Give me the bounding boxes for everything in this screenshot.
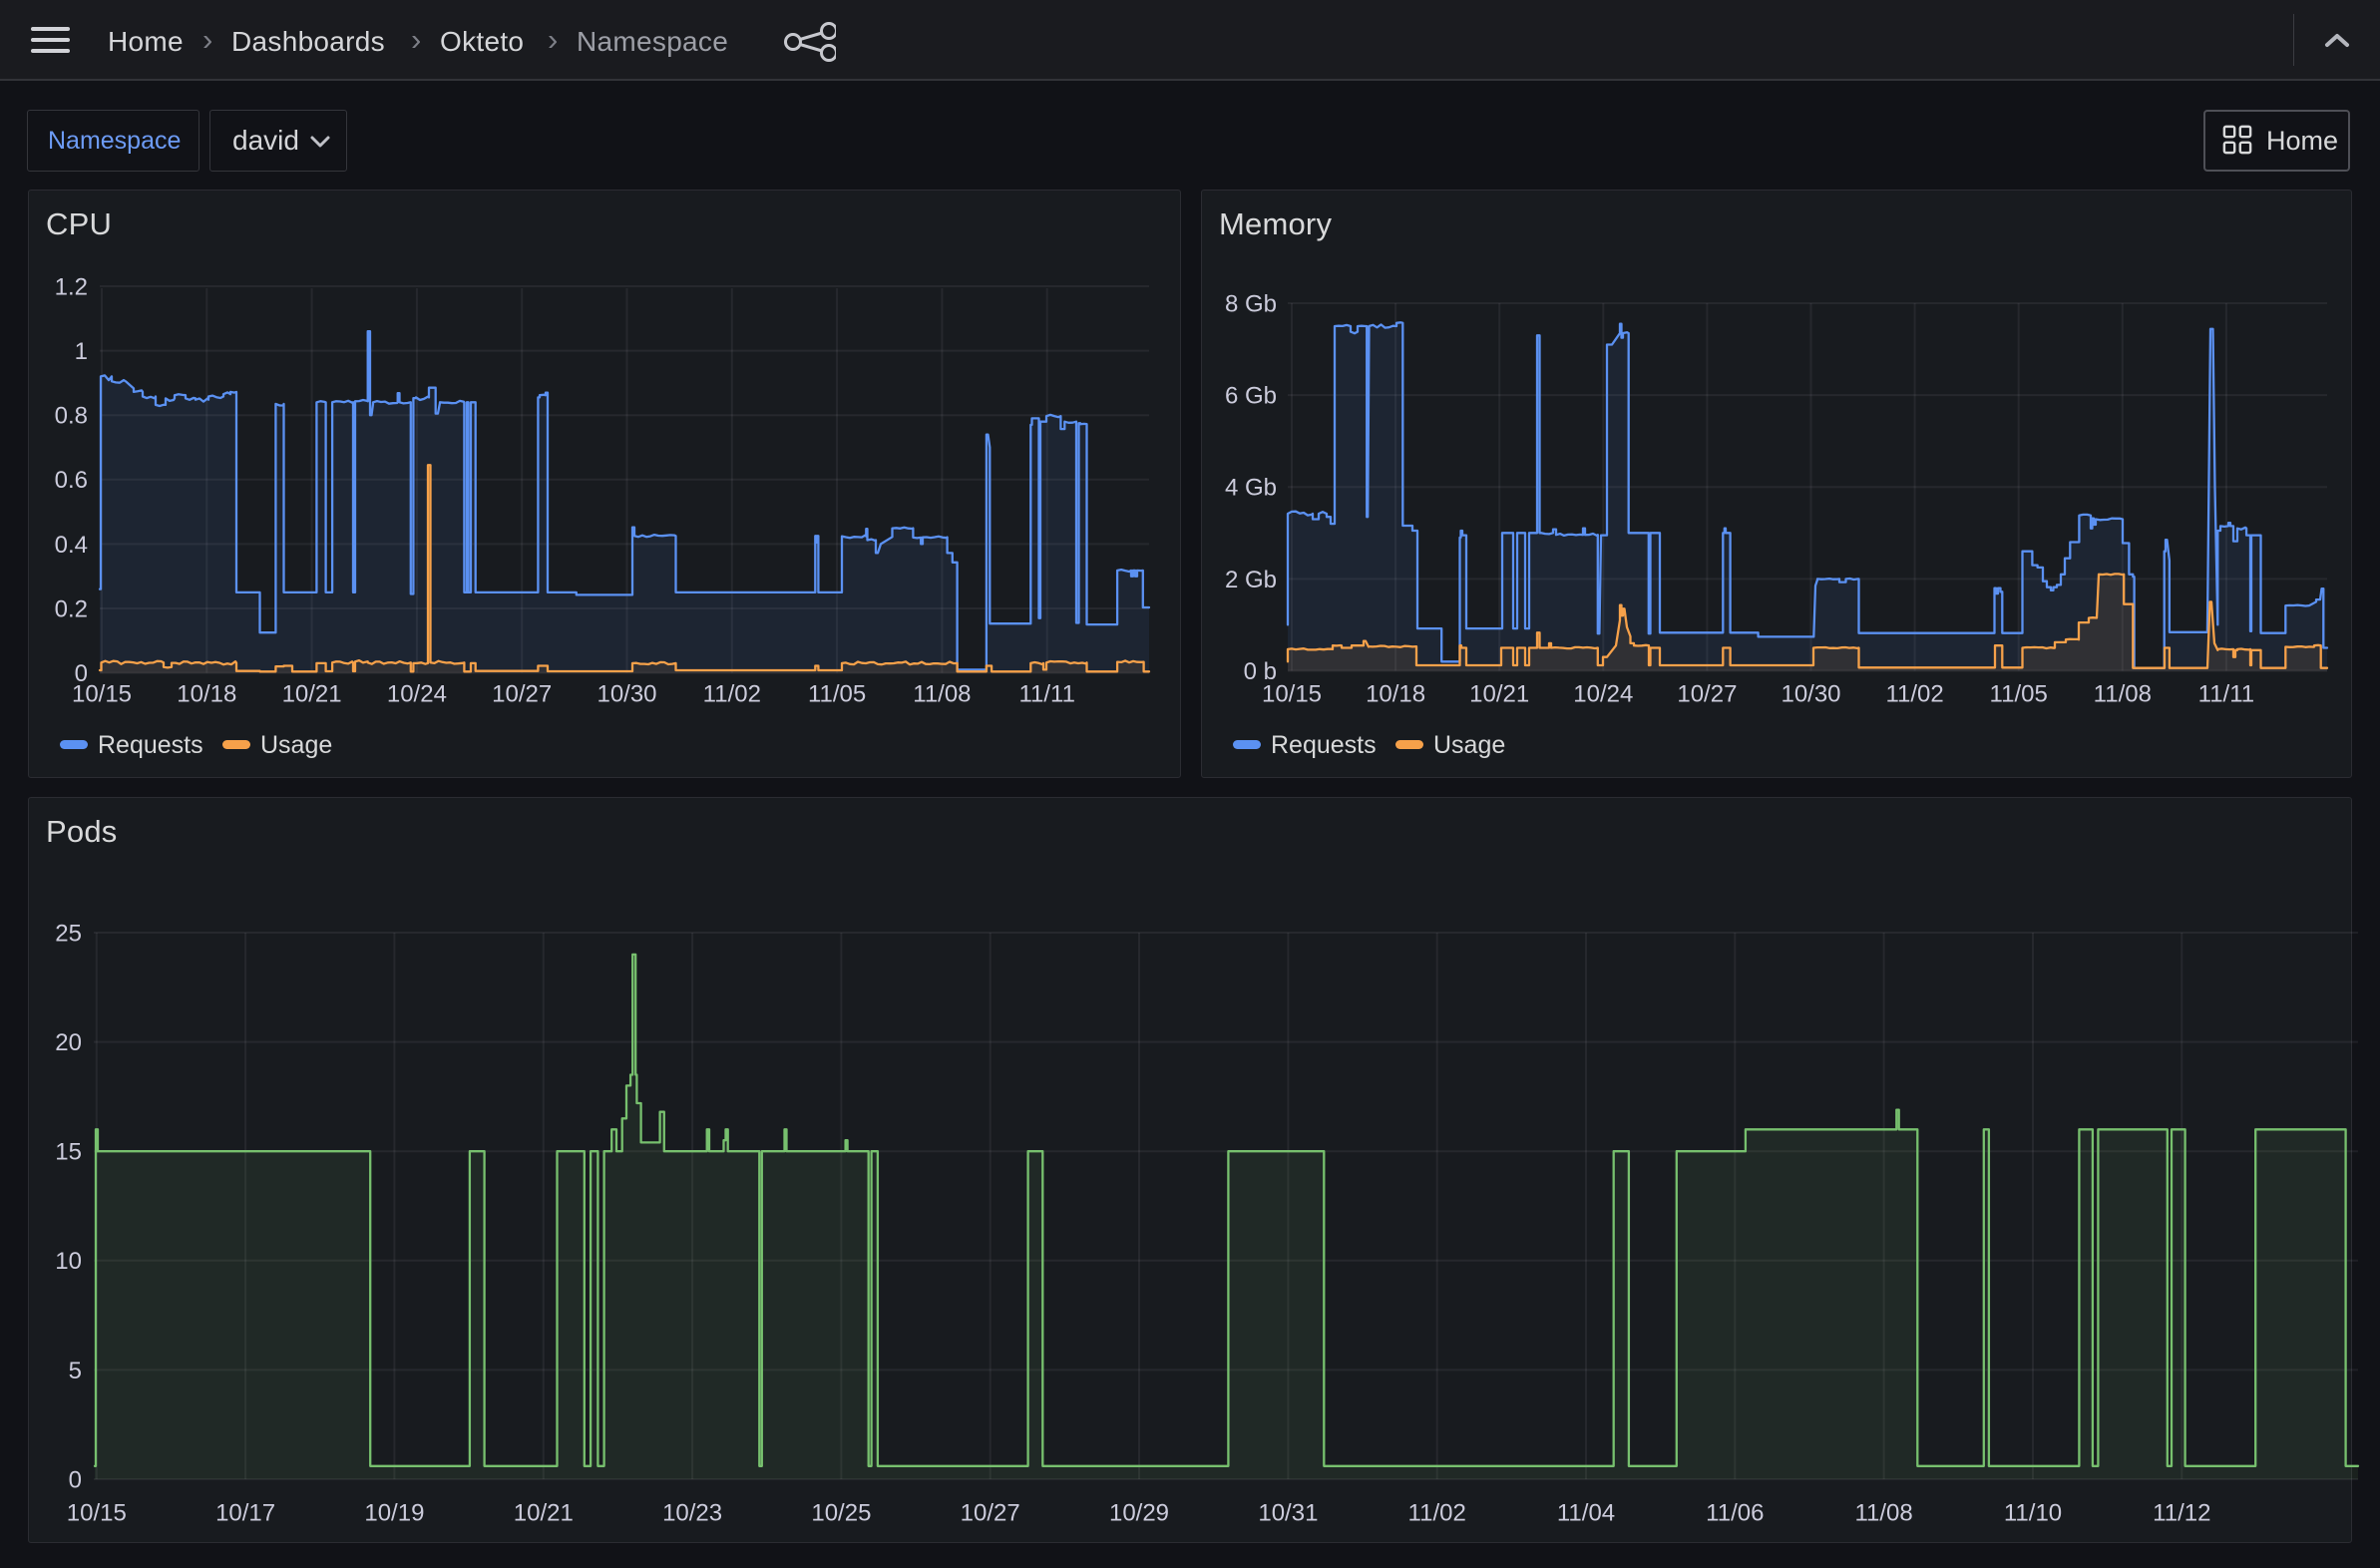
svg-text:2 Gb: 2 Gb <box>1225 567 1277 593</box>
svg-text:11/08: 11/08 <box>913 680 971 707</box>
svg-text:4 Gb: 4 Gb <box>1225 475 1277 502</box>
svg-text:10/21: 10/21 <box>1469 680 1529 707</box>
svg-text:10/27: 10/27 <box>961 1499 1020 1526</box>
svg-text:10: 10 <box>55 1248 82 1275</box>
svg-text:10/18: 10/18 <box>1366 680 1425 707</box>
svg-text:11/05: 11/05 <box>1990 680 2048 707</box>
svg-text:0.6: 0.6 <box>55 467 88 494</box>
svg-text:15: 15 <box>55 1139 82 1166</box>
svg-text:11/11: 11/11 <box>2198 680 2255 707</box>
svg-text:11/08: 11/08 <box>2094 680 2152 707</box>
svg-text:11/12: 11/12 <box>2153 1499 2210 1526</box>
svg-text:10/21: 10/21 <box>282 680 342 707</box>
svg-text:1.2: 1.2 <box>55 273 88 300</box>
svg-text:1: 1 <box>75 338 88 365</box>
svg-text:11/10: 11/10 <box>2004 1499 2062 1526</box>
svg-text:11/02: 11/02 <box>1885 680 1943 707</box>
svg-text:8 Gb: 8 Gb <box>1225 290 1277 317</box>
svg-text:10/18: 10/18 <box>177 680 236 707</box>
svg-text:11/02: 11/02 <box>1408 1499 1466 1526</box>
svg-text:6 Gb: 6 Gb <box>1225 383 1277 410</box>
svg-text:10/27: 10/27 <box>492 680 552 707</box>
svg-text:10/27: 10/27 <box>1677 680 1737 707</box>
svg-text:10/23: 10/23 <box>662 1499 722 1526</box>
svg-text:0.2: 0.2 <box>55 595 88 622</box>
svg-text:10/24: 10/24 <box>387 680 447 707</box>
svg-text:0: 0 <box>69 1466 82 1493</box>
svg-text:10/31: 10/31 <box>1258 1499 1318 1526</box>
svg-text:11/04: 11/04 <box>1557 1499 1615 1526</box>
svg-text:10/29: 10/29 <box>1109 1499 1169 1526</box>
svg-text:Usage: Usage <box>1433 731 1505 759</box>
svg-text:Requests: Requests <box>98 731 203 759</box>
svg-text:0: 0 <box>75 660 88 687</box>
svg-text:11/11: 11/11 <box>1018 680 1075 707</box>
svg-text:10/19: 10/19 <box>364 1499 424 1526</box>
svg-text:11/05: 11/05 <box>808 680 866 707</box>
svg-text:20: 20 <box>55 1029 82 1056</box>
svg-text:Requests: Requests <box>1271 731 1377 759</box>
svg-text:5: 5 <box>69 1358 82 1384</box>
svg-text:10/30: 10/30 <box>596 680 656 707</box>
svg-text:25: 25 <box>55 920 82 947</box>
svg-text:10/24: 10/24 <box>1573 680 1633 707</box>
svg-text:10/17: 10/17 <box>215 1499 275 1526</box>
svg-text:0.4: 0.4 <box>55 532 88 559</box>
svg-text:0 b: 0 b <box>1244 658 1277 685</box>
svg-text:0.8: 0.8 <box>55 403 88 430</box>
svg-text:Usage: Usage <box>260 731 332 759</box>
svg-text:10/30: 10/30 <box>1781 680 1840 707</box>
svg-text:11/06: 11/06 <box>1706 1499 1764 1526</box>
svg-text:10/21: 10/21 <box>514 1499 574 1526</box>
svg-text:11/08: 11/08 <box>1854 1499 1912 1526</box>
svg-text:11/02: 11/02 <box>703 680 761 707</box>
svg-text:10/15: 10/15 <box>67 1499 127 1526</box>
svg-text:10/25: 10/25 <box>811 1499 871 1526</box>
